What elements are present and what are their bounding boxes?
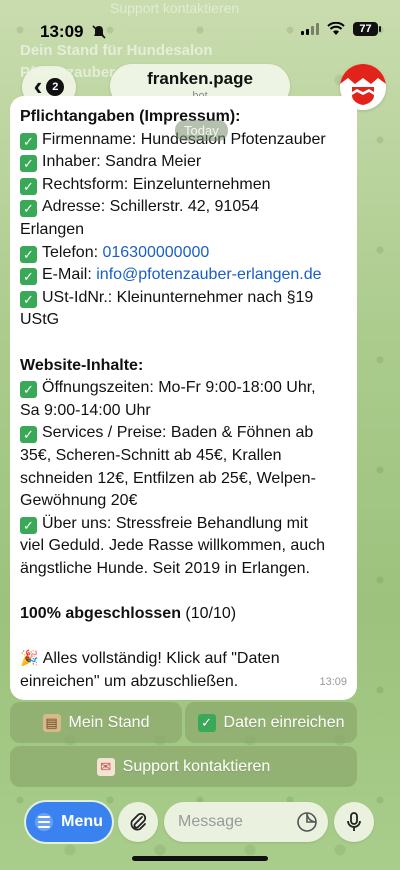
- cellular-signal-icon: [301, 23, 319, 35]
- message-timestamp: 13:09: [319, 676, 347, 689]
- envelope-icon: ✉: [96, 757, 115, 776]
- battery-icon: 77: [353, 22, 381, 36]
- mein-stand-button[interactable]: ▤ Mein Stand: [10, 702, 182, 743]
- ust-line: ✓ USt-IdNr.: Kleinunternehmer nach §19: [20, 287, 347, 310]
- check-icon: ✓: [20, 426, 37, 444]
- clipboard-icon: ▤: [42, 713, 61, 732]
- rechtsform-line: ✓ Rechtsform: Einzelunternehmen: [20, 174, 347, 197]
- oeffnungszeiten-line-2: Sa 9:00-14:00 Uhr: [20, 401, 151, 419]
- microphone-icon: [347, 812, 361, 831]
- services-line: ✓ Services / Preise: Baden & Föhnen ab: [20, 422, 347, 445]
- services-line-4: Gewöhnung 20€: [20, 492, 138, 510]
- wifi-icon: [327, 22, 345, 35]
- ueber-uns-line: ✓ Über uns: Stressfreie Behandlung mit: [20, 513, 347, 536]
- email-link[interactable]: info@pfotenzauber-erlangen.de: [96, 266, 321, 283]
- ust-line-2: UStG: [20, 311, 60, 329]
- support-kontaktieren-button[interactable]: ✉ Support kontaktieren: [10, 746, 357, 787]
- attach-button[interactable]: [118, 802, 158, 842]
- ueber-uns-line-3: ängstliche Hunde. Seit 2019 in Erlangen.: [20, 559, 310, 577]
- adresse-line-2: Erlangen: [20, 220, 85, 238]
- unread-count-badge: 2: [46, 78, 65, 96]
- adresse-line: ✓ Adresse: Schillerstr. 42, 91054: [20, 196, 347, 219]
- check-icon: ✓: [20, 290, 37, 308]
- check-icon: ✓: [20, 155, 37, 173]
- check-icon: ✓: [20, 132, 37, 150]
- sticker-icon[interactable]: [296, 811, 318, 833]
- check-icon: ✓: [20, 516, 37, 534]
- ueber-uns-line-2: viel Geduld. Jede Rasse willkommen, auch: [20, 537, 326, 555]
- menu-button[interactable]: Menu: [26, 802, 112, 842]
- services-line-3: schneiden 12€, Entfilzen ab 25€, Welpen-: [20, 469, 316, 487]
- phone-link[interactable]: 016300000000: [102, 244, 209, 261]
- paperclip-icon: [130, 812, 147, 831]
- oeffnungszeiten-line: ✓ Öffnungszeiten: Mo-Fr 9:00-18:00 Uhr,: [20, 377, 347, 400]
- bot-message-bubble: Pflichtangaben (Impressum): ✓ Firmenname:…: [10, 96, 357, 700]
- check-icon: ✓: [20, 268, 37, 286]
- services-line-2: 35€, Scheren-Schnitt ab 45€, Krallen: [20, 446, 282, 464]
- status-left: 13:09: [40, 22, 107, 42]
- date-badge: Today: [175, 120, 228, 141]
- microphone-button[interactable]: [334, 802, 374, 842]
- daten-einreichen-button[interactable]: ✓ Daten einreichen: [185, 702, 357, 743]
- check-icon: ✓: [197, 713, 216, 732]
- chat-title-name: franken.page: [147, 69, 253, 88]
- progress-line: 100% abgeschlossen (10/10): [20, 605, 237, 623]
- inhaber-line: ✓ Inhaber: Sandra Meier: [20, 151, 347, 174]
- final-line: 🎉 Alles vollständig! Klick auf "Daten: [20, 648, 347, 671]
- website-inhalte-heading: Website-Inhalte:: [20, 356, 144, 374]
- party-popper-icon: 🎉: [20, 650, 39, 668]
- home-indicator[interactable]: [132, 856, 268, 861]
- status-right: 77: [301, 22, 381, 36]
- telefon-line: ✓ Telefon: 016300000000: [20, 242, 347, 265]
- status-time: 13:09: [40, 22, 84, 41]
- bell-muted-icon: [92, 25, 107, 39]
- check-icon: ✓: [20, 245, 37, 263]
- check-icon: ✓: [20, 381, 37, 399]
- check-icon: ✓: [20, 177, 37, 195]
- chevron-left-icon: ‹: [33, 70, 43, 101]
- final-line-2: einreichen" um abzuschließen.: [20, 672, 239, 690]
- check-icon: ✓: [20, 200, 37, 218]
- menu-icon: [35, 813, 54, 831]
- email-line: ✓ E-Mail: info@pfotenzauber-erlangen.de: [20, 264, 347, 287]
- status-bar: 13:09 77: [0, 0, 400, 60]
